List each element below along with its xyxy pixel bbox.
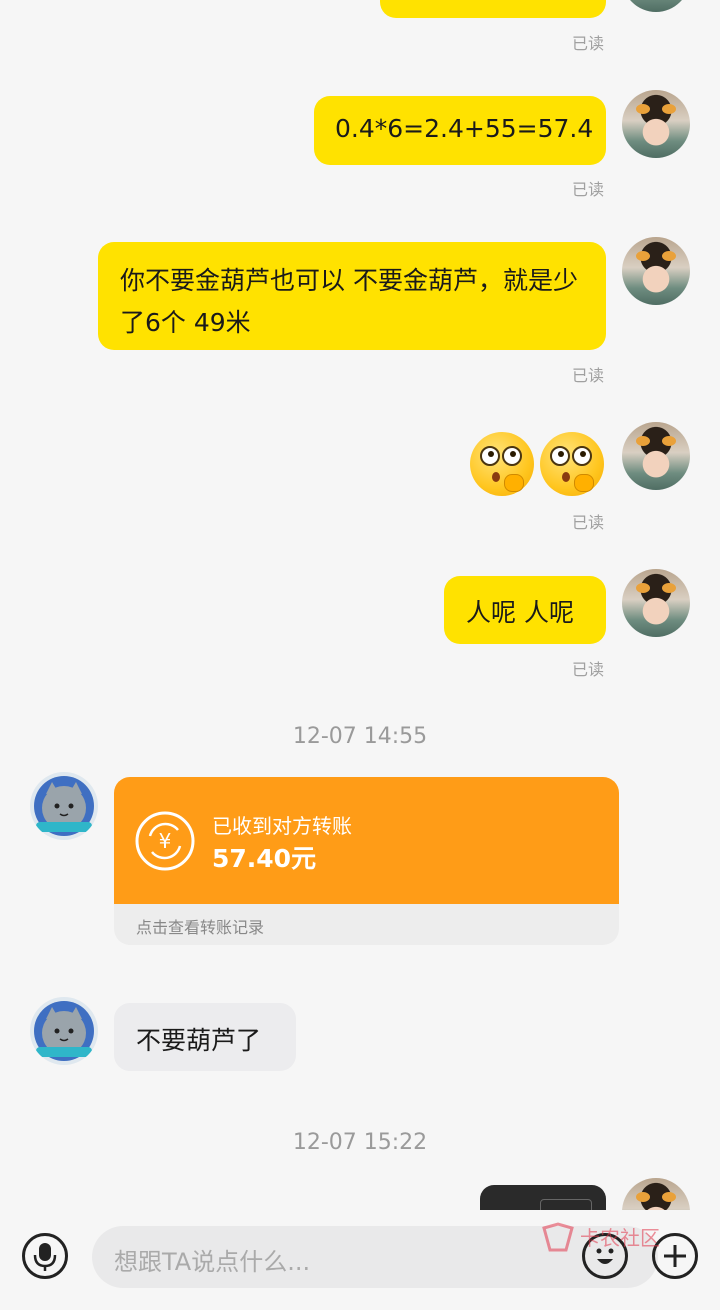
watermark-logo: 卡农社区	[540, 1222, 660, 1258]
message-text: 人呢 人呢	[466, 598, 574, 627]
message-bubble-partial[interactable]	[380, 0, 606, 18]
plus-icon	[664, 1245, 686, 1267]
chat-timestamp: 12-07 15:22	[292, 1130, 428, 1155]
transfer-record-link[interactable]: 点击查看转账记录	[136, 914, 264, 938]
message-bubble[interactable]: 0.4*6=2.4+55=57.4	[314, 96, 606, 165]
microphone-icon	[33, 1243, 57, 1271]
avatar-other[interactable]	[30, 772, 98, 840]
read-status: 已读	[572, 34, 605, 53]
thinking-emoji-icon[interactable]	[470, 432, 534, 496]
avatar-self[interactable]	[622, 90, 690, 158]
thinking-emoji-icon[interactable]	[540, 432, 604, 496]
watermark-text: 卡农社区	[580, 1226, 660, 1250]
read-status: 已读	[572, 513, 605, 532]
read-status: 已读	[572, 180, 605, 199]
message-bubble[interactable]: 不要葫芦了	[114, 1003, 296, 1071]
avatar-self[interactable]	[622, 237, 690, 305]
avatar-other[interactable]	[30, 997, 98, 1065]
watermark-icon	[542, 1222, 574, 1252]
yuan-exchange-icon: ¥	[134, 810, 196, 872]
svg-text:¥: ¥	[159, 829, 172, 853]
cat-astronaut-icon	[34, 1001, 94, 1061]
transfer-title: 已收到对方转账	[212, 814, 352, 838]
message-text: 0.4*6=2.4+55=57.4	[335, 114, 594, 143]
message-text: 不要葫芦了	[136, 1026, 262, 1055]
message-bubble[interactable]: 人呢 人呢	[444, 576, 606, 644]
transfer-amount: 57.40元	[212, 844, 317, 873]
message-bubble[interactable]: 你不要金葫芦也可以 不要金葫芦，就是少了6个 49米	[98, 242, 606, 350]
avatar-self[interactable]	[622, 422, 690, 490]
avatar-self[interactable]	[622, 0, 690, 12]
message-text: 你不要金葫芦也可以 不要金葫芦，就是少了6个 49米	[120, 266, 578, 337]
read-status: 已读	[572, 660, 605, 679]
chat-timestamp: 12-07 14:55	[292, 724, 428, 749]
avatar-self[interactable]	[622, 569, 690, 637]
read-status: 已读	[572, 366, 605, 385]
voice-input-button[interactable]	[22, 1233, 68, 1279]
message-input-placeholder: 想跟TA说点什么...	[114, 1248, 311, 1276]
transfer-card[interactable]: ¥ 已收到对方转账 57.40元 点击查看转账记录	[114, 777, 619, 945]
cat-astronaut-icon	[34, 776, 94, 836]
